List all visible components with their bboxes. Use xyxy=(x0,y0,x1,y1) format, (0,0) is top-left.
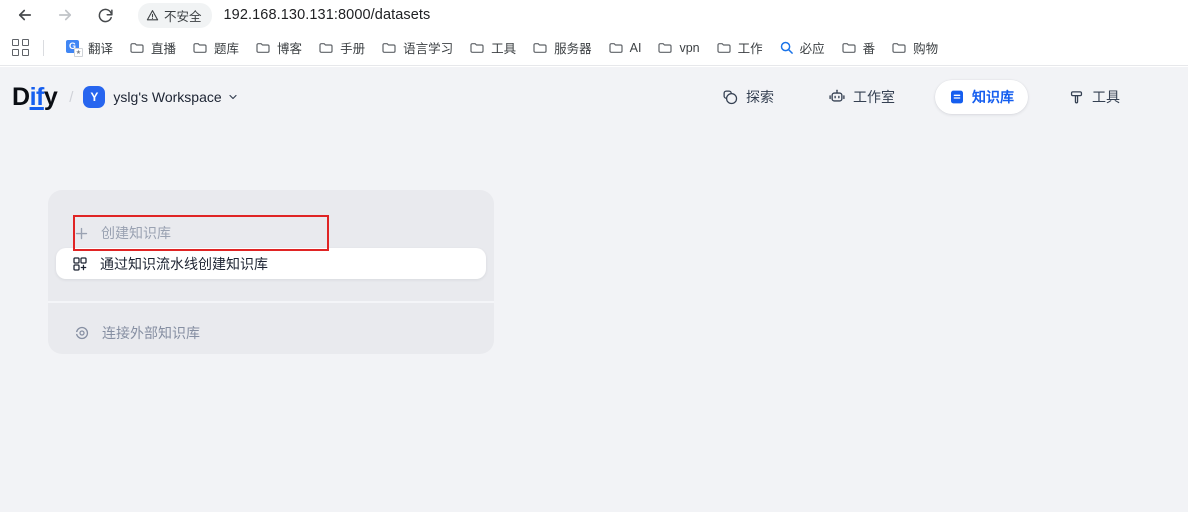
folder-icon xyxy=(716,40,732,56)
create-from-pipeline-option[interactable]: 通过知识流水线创建知识库 xyxy=(56,248,486,279)
explore-icon xyxy=(722,89,739,106)
bookmark-bing[interactable]: 必应 xyxy=(771,34,833,61)
address-bar-url[interactable]: 192.168.130.131:8000/datasets xyxy=(224,7,431,23)
logo-text: D xyxy=(12,83,30,111)
card-divider xyxy=(48,301,494,303)
bookmark-label: 翻译 xyxy=(88,38,113,57)
forward-arrow-icon xyxy=(56,6,74,24)
create-knowledge-label: 创建知识库 xyxy=(101,223,171,243)
forward-button[interactable] xyxy=(54,4,76,26)
bookmark-label: 博客 xyxy=(277,38,302,57)
bookmark-label: 直播 xyxy=(151,38,176,57)
bookmark-folder[interactable]: 番 xyxy=(833,34,884,61)
screen: { "browser": { "toolbar": { "security_la… xyxy=(0,0,1188,512)
bookmark-folder[interactable]: 直播 xyxy=(121,34,184,61)
studio-icon xyxy=(828,88,846,106)
create-from-pipeline-label: 通过知识流水线创建知识库 xyxy=(100,254,268,274)
bookmark-label: 题库 xyxy=(214,38,239,57)
chevron-down-icon xyxy=(227,91,239,103)
folder-icon xyxy=(469,40,485,56)
bookmark-label: 服务器 xyxy=(554,38,592,57)
nav-item-explore[interactable]: 探索 xyxy=(708,80,788,114)
folder-icon xyxy=(381,40,397,56)
dify-page: Dify / Y yslg's Workspace 探索 工作室 知识库 xyxy=(0,67,1188,512)
pipeline-blocks-icon xyxy=(72,256,88,272)
bookmark-folder[interactable]: 服务器 xyxy=(524,34,600,61)
bookmark-label: 必应 xyxy=(800,38,825,57)
bookmark-folder[interactable]: 工作 xyxy=(708,34,771,61)
logo-text: y xyxy=(44,83,57,111)
create-knowledge-option[interactable]: 创建知识库 xyxy=(74,215,478,251)
back-button[interactable] xyxy=(14,4,36,26)
logo-text-accent: if xyxy=(30,83,44,111)
connect-external-option[interactable]: 连接外部知识库 xyxy=(74,315,478,351)
nav-item-tools[interactable]: 工具 xyxy=(1054,80,1134,114)
main-nav: 探索 工作室 知识库 工具 xyxy=(708,80,1134,114)
tools-icon xyxy=(1068,89,1085,106)
back-arrow-icon xyxy=(16,6,34,24)
security-label: 不安全 xyxy=(164,6,202,25)
bookmark-folder[interactable]: 题库 xyxy=(184,34,247,61)
connect-external-label: 连接外部知识库 xyxy=(102,323,200,343)
dify-logo[interactable]: Dify xyxy=(12,83,57,112)
folder-icon xyxy=(608,40,624,56)
bookmark-label: 购物 xyxy=(913,38,938,57)
reload-icon xyxy=(97,7,114,24)
site-security-chip[interactable]: 不安全 xyxy=(138,3,212,28)
bookmark-label: 工具 xyxy=(491,38,516,57)
folder-icon xyxy=(657,40,673,56)
folder-icon xyxy=(255,40,271,56)
folder-icon xyxy=(318,40,334,56)
warning-triangle-icon xyxy=(146,9,159,22)
translate-icon: G★ xyxy=(66,40,82,56)
nav-item-knowledge[interactable]: 知识库 xyxy=(935,80,1028,114)
bookmark-label: 工作 xyxy=(738,38,763,57)
workspace-name: yslg's Workspace xyxy=(113,89,221,105)
folder-icon xyxy=(532,40,548,56)
apps-grid-icon[interactable] xyxy=(12,39,29,56)
bookmark-folder[interactable]: 手册 xyxy=(310,34,373,61)
bookmarks-bar: G★ 翻译 直播 题库 博客 手册 语言学习 工具 服务器 AI vpn 工作 xyxy=(0,30,1188,66)
nav-item-studio[interactable]: 工作室 xyxy=(814,80,909,114)
folder-icon xyxy=(192,40,208,56)
folder-icon xyxy=(841,40,857,56)
bookmark-label: 番 xyxy=(863,38,876,57)
nav-label: 工具 xyxy=(1092,87,1120,107)
bookmark-label: AI xyxy=(630,41,642,55)
reload-button[interactable] xyxy=(94,4,116,26)
app-header: Dify / Y yslg's Workspace 探索 工作室 知识库 xyxy=(0,67,1188,127)
bookmark-label: vpn xyxy=(679,41,699,55)
browser-toolbar: 不安全 192.168.130.131:8000/datasets xyxy=(0,0,1188,30)
bookmark-folder[interactable]: 博客 xyxy=(247,34,310,61)
nav-label: 探索 xyxy=(746,87,774,107)
plus-icon xyxy=(74,226,89,241)
create-dataset-card: 创建知识库 通过知识流水线创建知识库 连接外部知识库 xyxy=(48,190,494,354)
workspace-selector[interactable]: Y yslg's Workspace xyxy=(83,86,238,108)
external-knowledge-icon xyxy=(74,325,90,341)
bookmark-label: 手册 xyxy=(340,38,365,57)
nav-label: 知识库 xyxy=(972,87,1014,107)
bookmarks-divider xyxy=(43,40,44,56)
bookmark-folder[interactable]: AI xyxy=(600,36,650,60)
workspace-avatar: Y xyxy=(83,86,105,108)
search-icon xyxy=(779,40,794,55)
breadcrumb-separator: / xyxy=(69,89,73,106)
folder-icon xyxy=(129,40,145,56)
bookmark-folder[interactable]: 语言学习 xyxy=(373,34,461,61)
bookmark-folder[interactable]: 工具 xyxy=(461,34,524,61)
bookmark-folder[interactable]: 购物 xyxy=(883,34,946,61)
bookmark-label: 语言学习 xyxy=(403,38,453,57)
folder-icon xyxy=(891,40,907,56)
bookmark-folder[interactable]: vpn xyxy=(649,36,707,60)
nav-label: 工作室 xyxy=(853,87,895,107)
knowledge-icon xyxy=(949,89,965,105)
bookmark-translate[interactable]: G★ 翻译 xyxy=(58,34,121,61)
